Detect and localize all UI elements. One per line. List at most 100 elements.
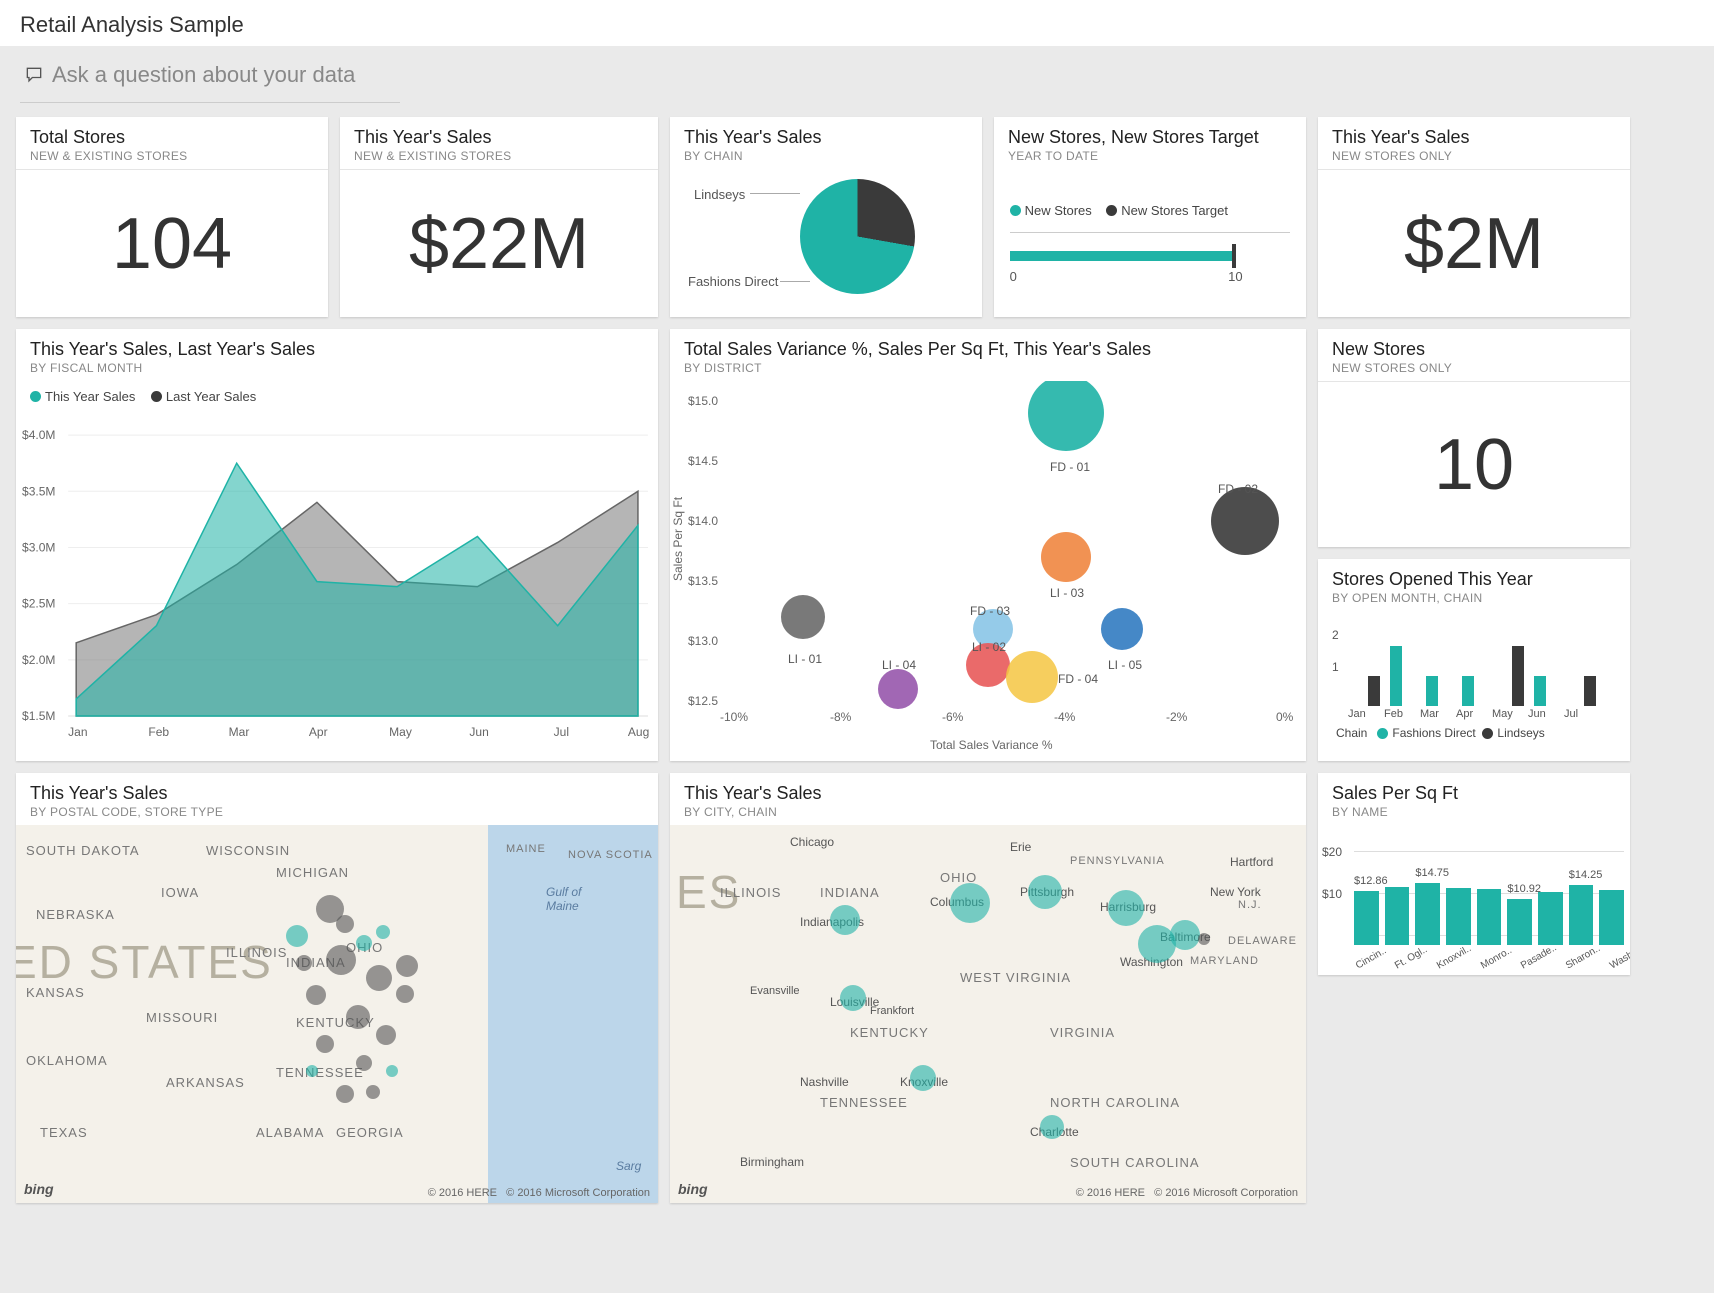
tile-sales-per-sqft[interactable]: Sales Per Sq Ft BY NAME $20 $10 $12.86 $…: [1318, 773, 1630, 975]
tile-title: New Stores, New Stores Target: [1008, 127, 1292, 148]
legend-text: Lindseys: [1497, 726, 1544, 740]
bullet-target-marker: [1232, 244, 1236, 268]
map-postal[interactable]: ED STATES SOUTH DAKOTA NEBRASKA KANSAS O…: [16, 825, 658, 1203]
legend-lindseys: Lindseys: [694, 187, 745, 202]
tile-sales-all[interactable]: This Year's Sales NEW & EXISTING STORES …: [340, 117, 658, 317]
map-label: ED STATES: [16, 935, 273, 989]
tile-subtitle: BY POSTAL CODE, STORE TYPE: [30, 805, 644, 819]
dot-icon: [1106, 205, 1117, 216]
tile-subtitle: YEAR TO DATE: [1008, 149, 1292, 163]
tile-sales-new[interactable]: This Year's Sales NEW STORES ONLY $2M: [1318, 117, 1630, 317]
y-axis-label: Sales Per Sq Ft: [671, 496, 685, 581]
tile-title: This Year's Sales: [684, 783, 1292, 804]
legend-text: This Year Sales: [45, 389, 135, 404]
svg-text:-8%: -8%: [830, 710, 852, 724]
svg-text:-6%: -6%: [942, 710, 964, 724]
legend-text: Fashions Direct: [1392, 726, 1475, 740]
kpi-value: 104: [112, 203, 232, 285]
tile-subtitle: NEW STORES ONLY: [1332, 149, 1616, 163]
axis-tick: 10: [1228, 269, 1242, 284]
svg-text:LI - 01: LI - 01: [788, 652, 822, 666]
dot-icon: [1377, 728, 1388, 739]
tile-title: Stores Opened This Year: [1332, 569, 1616, 590]
tile-title: This Year's Sales: [354, 127, 644, 148]
tile-title: This Year's Sales: [30, 783, 644, 804]
map-credit: © 2016 HERE © 2016 Microsoft Corporation: [1076, 1187, 1298, 1199]
bullet-legend: New Stores New Stores Target: [1010, 202, 1291, 218]
dot-icon: [1482, 728, 1493, 739]
bullet-axis: 0 10: [1010, 269, 1243, 284]
svg-text:$2.0M: $2.0M: [22, 653, 55, 667]
svg-text:$14.0: $14.0: [688, 514, 718, 528]
tile-subtitle: BY DISTRICT: [684, 361, 1292, 375]
svg-text:$15.0: $15.0: [688, 394, 718, 408]
tile-subtitle: NEW & EXISTING STORES: [354, 149, 644, 163]
tile-subtitle: BY FISCAL MONTH: [30, 361, 644, 375]
dot-icon: [1010, 205, 1021, 216]
svg-text:LI - 02: LI - 02: [972, 640, 1006, 654]
tile-subtitle: BY OPEN MONTH, CHAIN: [1332, 591, 1616, 605]
svg-text:Jun: Jun: [469, 725, 488, 739]
kpi-value: $22M: [409, 203, 589, 285]
leader-line: [750, 193, 800, 194]
svg-text:$3.5M: $3.5M: [22, 484, 55, 498]
tile-title: This Year's Sales: [1332, 127, 1616, 148]
scatter-chart: $12.5 $13.0 $13.5 $14.0 $14.5 $15.0 Sale…: [670, 381, 1306, 761]
chat-icon: [24, 65, 44, 85]
kpi-value: $2M: [1404, 203, 1544, 285]
tile-subtitle: NEW STORES ONLY: [1332, 361, 1616, 375]
map-credit: © 2016 HERE © 2016 Microsoft Corporation: [428, 1187, 650, 1199]
legend: This Year Sales Last Year Sales: [16, 381, 658, 410]
axis-tick: 0: [1010, 269, 1017, 284]
svg-text:$13.5: $13.5: [688, 574, 718, 588]
svg-text:Apr: Apr: [309, 725, 328, 739]
tile-sales-by-postal[interactable]: This Year's Sales BY POSTAL CODE, STORE …: [16, 773, 658, 1203]
svg-text:$14.5: $14.5: [688, 454, 718, 468]
qna-input[interactable]: Ask a question about your data: [20, 56, 400, 103]
legend-text: New Stores Target: [1121, 203, 1228, 218]
dot-icon: [30, 391, 41, 402]
svg-text:May: May: [389, 725, 412, 739]
legend: Chain Fashions Direct Lindseys: [1330, 722, 1618, 744]
tile-stores-opened[interactable]: Stores Opened This Year BY OPEN MONTH, C…: [1318, 559, 1630, 761]
tile-title: Sales Per Sq Ft: [1332, 783, 1616, 804]
tile-subtitle: NEW & EXISTING STORES: [30, 149, 314, 163]
bullet-bar: [1010, 251, 1235, 261]
svg-text:Feb: Feb: [148, 725, 169, 739]
pie-chart: [800, 179, 915, 294]
svg-text:FD - 04: FD - 04: [1058, 672, 1098, 686]
svg-text:FD - 02: FD - 02: [1218, 482, 1258, 496]
map-city[interactable]: ES ILLINOIS INDIANA OHIO PENNSYLVANIA WE…: [670, 825, 1306, 1203]
dot-icon: [151, 391, 162, 402]
svg-text:$12.5: $12.5: [688, 694, 718, 708]
tile-new-stores-count[interactable]: New Stores NEW STORES ONLY 10: [1318, 329, 1630, 547]
legend-text: New Stores: [1025, 203, 1092, 218]
tile-sales-by-chain[interactable]: This Year's Sales BY CHAIN Lindseys Fash…: [670, 117, 982, 317]
tile-subtitle: BY CHAIN: [684, 149, 968, 163]
bar-chart: $20 $10 $12.86 $14.75 $10.92 $14.25: [1318, 825, 1630, 975]
svg-text:-2%: -2%: [1166, 710, 1188, 724]
tile-sales-by-city[interactable]: This Year's Sales BY CITY, CHAIN ES ILLI…: [670, 773, 1306, 1203]
svg-text:LI - 05: LI - 05: [1108, 658, 1142, 672]
tile-variance-scatter[interactable]: Total Sales Variance %, Sales Per Sq Ft,…: [670, 329, 1306, 761]
tile-total-stores[interactable]: Total Stores NEW & EXISTING STORES 104: [16, 117, 328, 317]
svg-text:-10%: -10%: [720, 710, 748, 724]
tile-new-stores-target[interactable]: New Stores, New Stores Target YEAR TO DA…: [994, 117, 1306, 317]
svg-text:Jan: Jan: [68, 725, 87, 739]
svg-text:LI - 04: LI - 04: [882, 658, 916, 672]
bing-logo: bing: [678, 1181, 708, 1197]
svg-text:Aug: Aug: [628, 725, 649, 739]
svg-text:FD - 01: FD - 01: [1050, 460, 1090, 474]
svg-text:FD - 03: FD - 03: [970, 604, 1010, 618]
tile-title: This Year's Sales: [684, 127, 968, 148]
kpi-value: 10: [1434, 424, 1514, 506]
dashboard: Ask a question about your data Total Sto…: [0, 46, 1714, 1293]
svg-text:Mar: Mar: [229, 725, 250, 739]
qna-placeholder: Ask a question about your data: [52, 62, 355, 88]
bing-logo: bing: [24, 1181, 54, 1197]
tile-sales-by-month[interactable]: This Year's Sales, Last Year's Sales BY …: [16, 329, 658, 761]
tile-grid: Total Stores NEW & EXISTING STORES 104 T…: [16, 103, 1698, 1273]
svg-text:$1.5M: $1.5M: [22, 709, 55, 723]
svg-text:$4.0M: $4.0M: [22, 428, 55, 442]
tile-title: This Year's Sales, Last Year's Sales: [30, 339, 644, 360]
